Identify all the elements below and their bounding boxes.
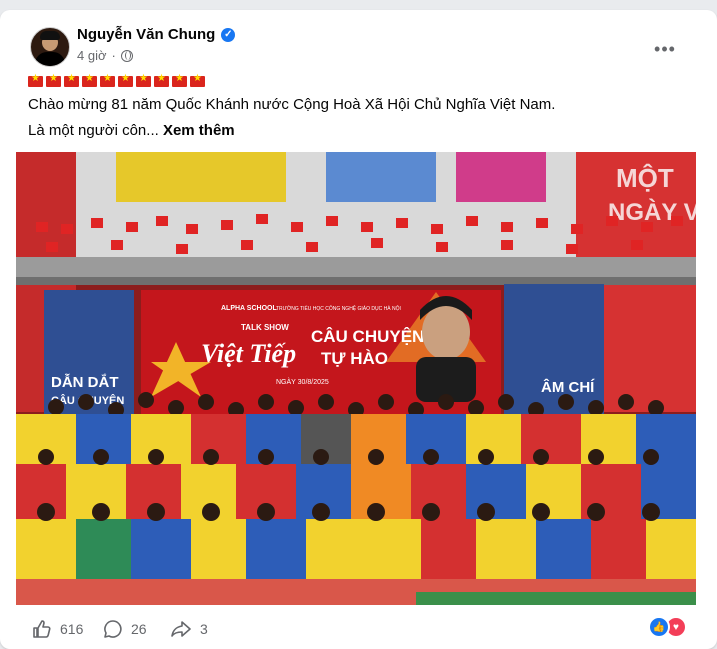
photo-school-name: ALPHA SCHOOL bbox=[221, 305, 277, 312]
post-text-line1: Chào mừng 81 năm Quốc Khánh nước Cộng Ho… bbox=[28, 96, 556, 113]
photo-right-panel-text: ÂM CHÍ bbox=[541, 378, 595, 396]
vietnam-flag-icon bbox=[46, 73, 61, 87]
vietnam-flag-icon bbox=[64, 73, 79, 87]
thumbs-up-icon bbox=[33, 619, 51, 638]
post-text-truncated: Là một người côn... bbox=[28, 122, 159, 139]
verified-badge-icon: ✓ bbox=[221, 27, 236, 42]
photo-title1: Việt Tiếp bbox=[201, 339, 296, 368]
photo-title3: TỰ HÀO bbox=[321, 349, 388, 368]
vietnam-flag-icon bbox=[190, 73, 205, 87]
vietnam-flag-icon bbox=[28, 73, 43, 87]
photo-talk-show: TALK SHOW bbox=[241, 323, 289, 332]
see-more-link[interactable]: Xem thêm bbox=[163, 122, 235, 139]
crowd-shirts bbox=[16, 414, 696, 579]
post-photo[interactable]: MỘT NGÀY V DẪN DẮT CÂU CHUYỆN ÂM CHÍ ALP… bbox=[16, 152, 696, 605]
public-globe-icon[interactable] bbox=[120, 49, 133, 62]
vietnam-flag-icon bbox=[82, 73, 97, 87]
vietnam-flag-icon bbox=[100, 73, 115, 87]
author-name[interactable]: Nguyễn Văn Chung bbox=[77, 26, 215, 43]
like-button[interactable]: 616 bbox=[32, 608, 83, 649]
like-count: 616 bbox=[60, 620, 84, 637]
more-options-button[interactable]: ••• bbox=[648, 32, 682, 66]
photo-top-right-text: MỘT bbox=[616, 163, 674, 193]
post-time[interactable]: 4 giờ bbox=[77, 48, 107, 63]
share-arrow-icon bbox=[171, 620, 191, 637]
like-reaction-icon: 👍 bbox=[648, 616, 670, 638]
post-actions-bar: 616 26 3 👍 ♥ bbox=[0, 608, 717, 649]
reaction-summary[interactable]: 👍 ♥ bbox=[648, 616, 687, 638]
share-count: 3 bbox=[200, 620, 208, 637]
vietnam-flag-icon bbox=[172, 73, 187, 87]
post-text-line2: Là một người côn... Xem thêm bbox=[28, 122, 235, 139]
vietnam-flag-icon bbox=[154, 73, 169, 87]
comment-count: 26 bbox=[131, 620, 147, 637]
comment-button[interactable]: 26 bbox=[103, 608, 147, 649]
comment-bubble-icon bbox=[104, 619, 122, 638]
vietnam-flag-icon bbox=[118, 73, 133, 87]
share-button[interactable]: 3 bbox=[170, 608, 208, 649]
post-card: Nguyễn Văn Chung ✓ 4 giờ · ••• Chào mừng… bbox=[0, 10, 717, 649]
photo-date: NGÀY 30/8/2025 bbox=[276, 377, 329, 386]
flag-emoji-row bbox=[28, 73, 205, 87]
photo-left-panel-text: DẪN DẮT bbox=[51, 373, 119, 391]
post-meta: 4 giờ · bbox=[77, 48, 133, 63]
photo-school-name2: TRƯỜNG TIỂU HỌC CÔNG NGHỆ GIÁO DỤC HÀ NỘ… bbox=[276, 304, 401, 312]
vietnam-flag-icon bbox=[136, 73, 151, 87]
photo-title2: CÂU CHUYỆN bbox=[311, 327, 424, 346]
post-author[interactable]: Nguyễn Văn Chung ✓ bbox=[77, 26, 236, 43]
author-avatar[interactable] bbox=[30, 27, 70, 67]
